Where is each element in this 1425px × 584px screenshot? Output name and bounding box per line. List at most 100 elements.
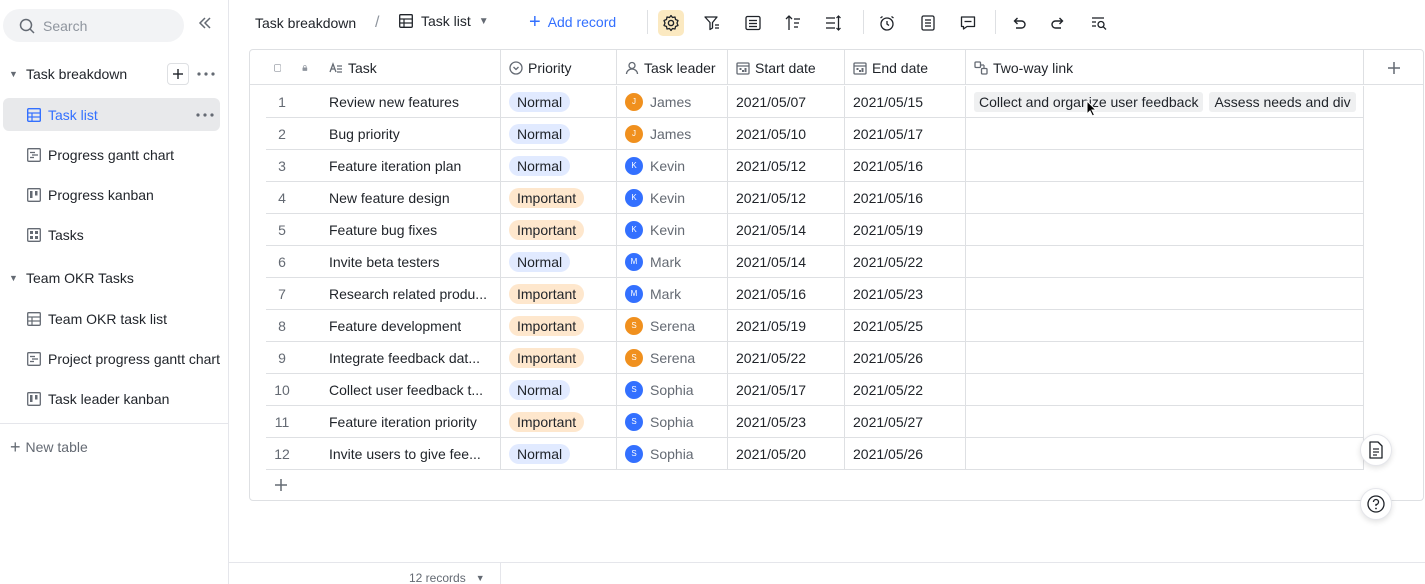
task-leader-cell[interactable]: S Sophia (617, 438, 728, 469)
table-row[interactable]: 11 Feature iteration priority Important … (266, 406, 1364, 438)
start-date-cell[interactable]: 2021/05/14 (728, 246, 845, 277)
start-date-cell[interactable]: 2021/05/12 (728, 182, 845, 213)
two-way-link-cell[interactable] (966, 182, 1364, 213)
task-leader-cell[interactable]: M Mark (617, 246, 728, 277)
two-way-link-cell[interactable]: Collect and organize user feedback Assess… (966, 86, 1364, 117)
table-row[interactable]: 4 New feature design Important K Kevin 20… (266, 182, 1364, 214)
sidebar-item-project-progress-gantt-chart[interactable]: Project progress gantt chart (3, 342, 220, 375)
end-date-cell[interactable]: 2021/05/17 (845, 118, 966, 149)
sidebar-item-task-list[interactable]: Task list (3, 98, 220, 131)
task-cell[interactable]: Feature development (321, 310, 501, 341)
checkbox-icon[interactable] (274, 61, 282, 75)
help-button[interactable] (1360, 488, 1392, 520)
task-leader-cell[interactable]: M Mark (617, 278, 728, 309)
priority-cell[interactable]: Important (501, 406, 617, 437)
start-date-cell[interactable]: 2021/05/12 (728, 150, 845, 181)
redo-button[interactable] (1045, 10, 1071, 36)
task-cell[interactable]: New feature design (321, 182, 501, 213)
two-way-link-cell[interactable] (966, 214, 1364, 245)
task-leader-cell[interactable]: J James (617, 118, 728, 149)
priority-cell[interactable]: Normal (501, 438, 617, 469)
end-date-cell[interactable]: 2021/05/26 (845, 438, 966, 469)
sort-button[interactable] (780, 10, 806, 36)
end-date-cell[interactable]: 2021/05/19 (845, 214, 966, 245)
task-cell[interactable]: Invite users to give fee... (321, 438, 501, 469)
table-row[interactable]: 5 Feature bug fixes Important K Kevin 202… (266, 214, 1364, 246)
two-way-link-cell[interactable] (966, 374, 1364, 405)
end-date-cell[interactable]: 2021/05/27 (845, 406, 966, 437)
sidebar-item-tasks[interactable]: Tasks (3, 218, 220, 251)
task-cell[interactable]: Invite beta testers (321, 246, 501, 277)
end-date-cell[interactable]: 2021/05/16 (845, 150, 966, 181)
priority-cell[interactable]: Important (501, 278, 617, 309)
start-date-cell[interactable]: 2021/05/10 (728, 118, 845, 149)
two-way-link-cell[interactable] (966, 118, 1364, 149)
start-date-cell[interactable]: 2021/05/07 (728, 86, 845, 117)
more-options-button[interactable] (194, 112, 216, 117)
two-way-link-cell[interactable] (966, 438, 1364, 469)
start-date-cell[interactable]: 2021/05/17 (728, 374, 845, 405)
priority-cell[interactable]: Important (501, 214, 617, 245)
table-row[interactable]: 10 Collect user feedback t... Normal S So… (266, 374, 1364, 406)
start-date-cell[interactable]: 2021/05/22 (728, 342, 845, 373)
task-cell[interactable]: Review new features (321, 86, 501, 117)
task-leader-cell[interactable]: S Serena (617, 310, 728, 341)
filter-button[interactable] (699, 10, 725, 36)
priority-cell[interactable]: Normal (501, 86, 617, 117)
two-way-link-cell[interactable] (966, 310, 1364, 341)
caret-down-icon[interactable]: ▼ (9, 69, 19, 79)
task-cell[interactable]: Feature iteration priority (321, 406, 501, 437)
sidebar-group-team-okr-tasks[interactable]: ▼ Team OKR Tasks (0, 264, 229, 292)
search-records-button[interactable] (1086, 10, 1112, 36)
record-detail-button[interactable] (1360, 434, 1392, 466)
start-date-cell[interactable]: 2021/05/23 (728, 406, 845, 437)
reminder-button[interactable] (874, 10, 900, 36)
end-date-cell[interactable]: 2021/05/26 (845, 342, 966, 373)
add-row-button[interactable] (274, 475, 288, 498)
add-record-button[interactable]: + Add record (529, 12, 616, 32)
priority-cell[interactable]: Normal (501, 118, 617, 149)
priority-cell[interactable]: Important (501, 182, 617, 213)
undo-button[interactable] (1006, 10, 1032, 36)
end-date-cell[interactable]: 2021/05/16 (845, 182, 966, 213)
sidebar-item-task-leader-kanban[interactable]: Task leader kanban (3, 382, 220, 415)
column-header-start-date[interactable]: Start date (728, 50, 845, 85)
form-button[interactable] (915, 10, 941, 36)
start-date-cell[interactable]: 2021/05/20 (728, 438, 845, 469)
sidebar-item-progress-gantt-chart[interactable]: Progress gantt chart (3, 138, 220, 171)
sidebar-item-progress-kanban[interactable]: Progress kanban (3, 178, 220, 211)
sidebar-item-team-okr-task-list[interactable]: Team OKR task list (3, 302, 220, 335)
priority-cell[interactable]: Important (501, 342, 617, 373)
end-date-cell[interactable]: 2021/05/25 (845, 310, 966, 341)
group-button[interactable] (740, 10, 766, 36)
two-way-link-cell[interactable] (966, 278, 1364, 309)
task-leader-cell[interactable]: J James (617, 86, 728, 117)
add-column-button[interactable] (1364, 50, 1423, 85)
two-way-link-cell[interactable] (966, 406, 1364, 437)
add-item-button[interactable] (167, 63, 189, 85)
column-header-two-way-link[interactable]: Two-way link (966, 50, 1364, 85)
column-header-task[interactable]: Task (321, 50, 501, 85)
table-row[interactable]: 8 Feature development Important S Serena … (266, 310, 1364, 342)
priority-cell[interactable]: Normal (501, 150, 617, 181)
task-cell[interactable]: Collect user feedback t... (321, 374, 501, 405)
end-date-cell[interactable]: 2021/05/22 (845, 246, 966, 277)
sidebar-group-task-breakdown[interactable]: ▼ Task breakdown (0, 60, 229, 88)
header-select-all[interactable] (250, 50, 313, 85)
task-leader-cell[interactable]: S Sophia (617, 406, 728, 437)
column-header-task-leader[interactable]: Task leader (617, 50, 728, 85)
task-leader-cell[interactable]: K Kevin (617, 182, 728, 213)
table-row[interactable]: 1 Review new features Normal J James 2021… (266, 86, 1364, 118)
settings-button[interactable] (658, 10, 684, 36)
table-row[interactable]: 12 Invite users to give fee... Normal SS… (266, 438, 1364, 470)
task-cell[interactable]: Integrate feedback dat... (321, 342, 501, 373)
table-row[interactable]: 9 Integrate feedback dat... Important SS… (266, 342, 1364, 374)
table-row[interactable]: 2 Bug priority Normal J James 2021/05/10 … (266, 118, 1364, 150)
end-date-cell[interactable]: 2021/05/23 (845, 278, 966, 309)
table-row[interactable]: 3 Feature iteration plan Normal K Kevin 2… (266, 150, 1364, 182)
breadcrumb[interactable]: Task breakdown (255, 15, 356, 31)
row-height-button[interactable] (820, 10, 846, 36)
table-row[interactable]: 7 Research related produ... Important MM… (266, 278, 1364, 310)
priority-cell[interactable]: Normal (501, 246, 617, 277)
start-date-cell[interactable]: 2021/05/19 (728, 310, 845, 341)
